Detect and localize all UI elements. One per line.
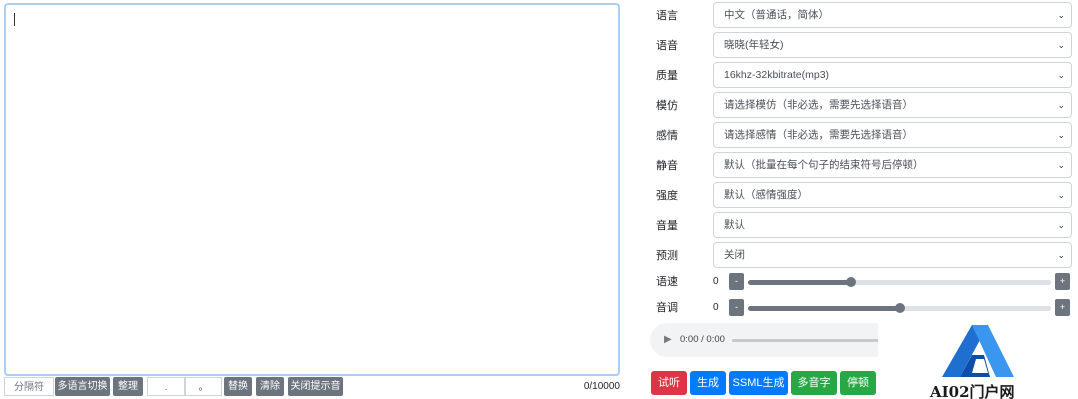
intensity-select[interactable]: 默认（感情强度） ⌄ — [713, 182, 1072, 208]
pitch-label: 音调 — [656, 302, 678, 314]
replace-button[interactable]: 替换 — [224, 377, 252, 396]
quality-select[interactable]: 16khz-32kbitrate(mp3) ⌄ — [713, 62, 1072, 88]
select-value: 中文（普通话，简体） — [724, 9, 829, 21]
setting-row-voice: 语音 晓晓(年轻女) ⌄ — [650, 32, 1072, 60]
pitch-slider-row: 音调 0 - + — [650, 297, 1072, 319]
play-icon[interactable]: ▶ — [664, 323, 672, 357]
setting-label: 质量 — [656, 70, 678, 82]
select-value: 请选择感情（非必选，需要先选择语音） — [724, 129, 913, 141]
watermark-logo — [942, 325, 1014, 377]
speed-value: 0 — [713, 276, 719, 287]
setting-label: 强度 — [656, 190, 678, 202]
audio-time: 0:00 / 0:00 — [680, 334, 725, 345]
speed-slider[interactable] — [748, 277, 1051, 287]
setting-label: 语音 — [656, 40, 678, 52]
setting-label: 语言 — [656, 10, 678, 22]
text-editor[interactable] — [4, 3, 620, 376]
imitate-select[interactable]: 请选择模仿（非必选，需要先选择语音） ⌄ — [713, 92, 1072, 118]
pitch-slider-fill — [748, 306, 900, 311]
select-value: 关闭 — [724, 249, 745, 261]
pitch-decrease-button[interactable]: - — [729, 299, 744, 316]
select-value: 默认（批量在每个句子的结束符号后停顿） — [724, 159, 924, 171]
speed-increase-button[interactable]: + — [1055, 273, 1070, 290]
select-value: 16khz-32kbitrate(mp3) — [724, 69, 830, 81]
pitch-value: 0 — [713, 302, 719, 313]
chevron-down-icon: ⌄ — [1057, 100, 1065, 110]
tidy-button[interactable]: 整理 — [113, 377, 143, 396]
language-select[interactable]: 中文（普通话，简体） ⌄ — [713, 2, 1072, 28]
setting-label: 感情 — [656, 130, 678, 142]
setting-label: 静音 — [656, 160, 678, 172]
polyphone-button[interactable]: 多音字 — [791, 371, 837, 395]
watermark-text: AI02门户网 — [930, 383, 1015, 399]
chevron-down-icon: ⌄ — [1057, 220, 1065, 230]
predict-select[interactable]: 关闭 ⌄ — [713, 242, 1072, 268]
separator-input[interactable]: 分隔符 — [4, 377, 54, 396]
char-count: 0/10000 — [583, 381, 620, 392]
setting-row-emotion: 感情 请选择感情（非必选，需要先选择语音） ⌄ — [650, 122, 1072, 150]
pitch-slider[interactable] — [748, 303, 1051, 313]
setting-row-quality: 质量 16khz-32kbitrate(mp3) ⌄ — [650, 62, 1072, 90]
ssml-generate-button[interactable]: SSML生成 — [729, 371, 788, 395]
silence-select[interactable]: 默认（批量在每个句子的结束符号后停顿） ⌄ — [713, 152, 1072, 178]
close-tip-sound-button[interactable]: 关闭提示音 — [288, 377, 343, 396]
generate-button[interactable]: 生成 — [690, 371, 726, 395]
clear-button[interactable]: 清除 — [256, 377, 284, 396]
setting-row-imitate: 模仿 请选择模仿（非必选，需要先选择语音） ⌄ — [650, 92, 1072, 120]
setting-row-predict: 预测 关闭 ⌄ — [650, 242, 1072, 270]
chevron-down-icon: ⌄ — [1057, 40, 1065, 50]
pitch-increase-button[interactable]: + — [1055, 299, 1070, 316]
find-input[interactable]: . — [147, 377, 185, 396]
setting-row-intensity: 强度 默认（感情强度） ⌄ — [650, 182, 1072, 210]
select-value: 请选择模仿（非必选，需要先选择语音） — [724, 99, 913, 111]
chevron-down-icon: ⌄ — [1057, 190, 1065, 200]
chevron-down-icon: ⌄ — [1057, 70, 1065, 80]
select-value: 默认（感情强度） — [724, 189, 808, 201]
pause-button[interactable]: 停顿 — [840, 371, 876, 395]
volume-select[interactable]: 默认 ⌄ — [713, 212, 1072, 238]
voice-select[interactable]: 晓晓(年轻女) ⌄ — [713, 32, 1072, 58]
setting-label: 模仿 — [656, 100, 678, 112]
setting-label: 音量 — [656, 220, 678, 232]
listen-button[interactable]: 试听 — [651, 371, 687, 395]
speed-label: 语速 — [656, 276, 678, 288]
chevron-down-icon: ⌄ — [1057, 130, 1065, 140]
speed-slider-fill — [748, 280, 852, 285]
text-caret — [14, 13, 15, 26]
chevron-down-icon: ⌄ — [1057, 160, 1065, 170]
chevron-down-icon: ⌄ — [1057, 250, 1065, 260]
replace-input[interactable]: 。 — [185, 377, 222, 396]
chevron-down-icon: ⌄ — [1057, 10, 1065, 20]
editor-toolbar: 分隔符 多语言切换 整理 . 。 替换 清除 关闭提示音 0/10000 — [4, 376, 622, 396]
select-value: 默认 — [724, 219, 745, 231]
setting-row-language: 语言 中文（普通话，简体） ⌄ — [650, 2, 1072, 30]
speed-decrease-button[interactable]: - — [729, 273, 744, 290]
speed-slider-row: 语速 0 - + — [650, 271, 1072, 293]
multilang-switch-button[interactable]: 多语言切换 — [55, 377, 110, 396]
pitch-slider-thumb[interactable] — [894, 303, 905, 313]
speed-slider-thumb[interactable] — [846, 277, 857, 287]
emotion-select[interactable]: 请选择感情（非必选，需要先选择语音） ⌄ — [713, 122, 1072, 148]
setting-label: 预测 — [656, 250, 678, 262]
setting-row-silence: 静音 默认（批量在每个句子的结束符号后停顿） ⌄ — [650, 152, 1072, 180]
setting-row-volume: 音量 默认 ⌄ — [650, 212, 1072, 240]
select-value: 晓晓(年轻女) — [724, 39, 784, 51]
